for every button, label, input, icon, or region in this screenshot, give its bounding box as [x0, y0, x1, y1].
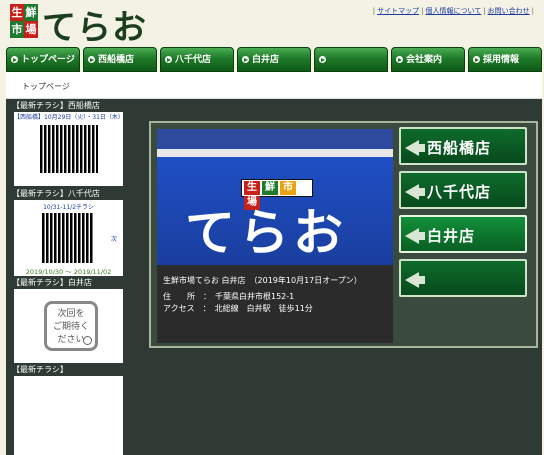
nav-item-company[interactable]: 会社案内 [391, 47, 465, 72]
nav-label: 西船橋店 [98, 55, 135, 65]
nav-item-top[interactable]: トップページ [6, 47, 80, 72]
sitemap-link[interactable]: サイトマップ [377, 7, 419, 15]
flyer-caption[interactable]: 【西船橋】10月29日（火）・31日（木） [14, 112, 124, 122]
logo-char: 市 [10, 21, 24, 38]
store-button-label: 白井店 [427, 227, 476, 245]
flyer-date: 2019/10/30 ～ 2019/11/02 [25, 268, 112, 276]
arrow-circle-icon [88, 56, 95, 63]
arrow-circle-icon [473, 56, 480, 63]
logo-char: 生 [10, 4, 24, 21]
store-photo: 生鮮市場 てらお 生鮮市場てらお 白井店 （2019年10月17日オープン） 住… [157, 129, 393, 343]
flyer-title-yachiyo: 【最新チラシ】八千代店 [12, 189, 100, 198]
flyer-thumbnail[interactable] [39, 125, 98, 173]
nav-label: 白井店 [252, 55, 280, 65]
page: 生 鮮 市 場 てらお | サイトマップ | 個人情報について | お問い合わせ | トップ… [2, 0, 542, 455]
flyer-title-nishifunabashi: 【最新チラシ】西船橋店 [12, 101, 100, 110]
logo-text: てらお [42, 8, 147, 48]
hero-panel: 生鮮市場 てらお 生鮮市場てらお 白井店 （2019年10月17日オープン） 住… [149, 121, 538, 348]
coming-soon-line: 次回を [57, 309, 85, 319]
breadcrumb-label: トップページ [22, 82, 70, 91]
arrow-circle-icon [11, 56, 18, 63]
store-caption: 生鮮市場てらお 白井店 （2019年10月17日オープン） 住 所 ： 千葉県白… [163, 275, 362, 315]
store-sign-text: てらお [185, 203, 347, 262]
coming-soon-line: ご期待く [52, 322, 89, 332]
nav-label: 八千代店 [175, 55, 212, 65]
flyer-thumbnail[interactable] [42, 213, 94, 263]
nav-label: トップページ [21, 55, 75, 65]
contact-link[interactable]: お問い合わせ [488, 7, 530, 15]
flyer-box-yachiyo[interactable]: 10/31-11/2チラシ 次 2019/10/30 ～ 2019/11/02 [14, 200, 123, 276]
logo-mark: 生 鮮 市 場 [10, 4, 38, 38]
copyright-icon [83, 336, 92, 345]
arrow-circle-icon [165, 56, 172, 63]
top-links: | サイトマップ | 個人情報について | お問い合わせ | [372, 7, 534, 15]
header: 生 鮮 市 場 てらお | サイトマップ | 個人情報について | お問い合わせ | [2, 0, 542, 48]
logo-char: 鮮 [24, 4, 38, 21]
nav-label: 採用情報 [483, 55, 520, 65]
flyer-box-nishifunabashi[interactable]: 【西船橋】10月29日（火）・31日（木） [14, 112, 124, 186]
store-button-label: 八千代店 [427, 183, 492, 201]
caption-access: アクセス ： 北総線 白井駅 徒歩11分 [163, 304, 313, 313]
site-logo[interactable]: 生 鮮 市 場 てらお [10, 4, 150, 48]
nav-item-nishifunabashi[interactable]: 西船橋店 [83, 47, 157, 72]
store-button-empty[interactable] [399, 259, 527, 297]
coming-soon-badge: 次回を ご期待く ださい [44, 301, 98, 351]
arrow-circle-icon [396, 56, 403, 63]
nav-item-empty[interactable] [314, 47, 388, 72]
caption-address: 住 所 ： 千葉県白井市根152-1 [163, 292, 295, 301]
caption-title: 生鮮市場てらお 白井店 （2019年10月17日オープン） [163, 276, 362, 285]
breadcrumb: トップページ [6, 72, 542, 99]
nav-label: 会社案内 [406, 55, 443, 65]
nav-item-yachiyo[interactable]: 八千代店 [160, 47, 234, 72]
nav-item-recruit[interactable]: 採用情報 [468, 47, 542, 72]
flyer-title-latest: 【最新チラシ】 [12, 365, 68, 374]
flyer-caption[interactable]: 10/31-11/2チラシ [14, 202, 123, 211]
arrow-circle-icon [242, 56, 249, 63]
store-button-nishifunabashi[interactable]: 西船橋店 [399, 127, 527, 165]
flyer-next-link[interactable]: 次 [111, 234, 117, 243]
flyer-box-shiroi: 次回を ご期待く ださい [14, 289, 123, 363]
arrow-circle-icon [319, 56, 326, 63]
privacy-link[interactable]: 個人情報について [425, 7, 481, 15]
flyer-box-latest [14, 376, 123, 455]
flyer-title-shiroi: 【最新チラシ】白井店 [12, 278, 92, 287]
nav-item-shiroi[interactable]: 白井店 [237, 47, 311, 72]
logo-char: 場 [24, 21, 38, 38]
store-button-shiroi[interactable]: 白井店 [399, 215, 527, 253]
store-button-yachiyo[interactable]: 八千代店 [399, 171, 527, 209]
main-content: 【最新チラシ】西船橋店 【西船橋】10月29日（火）・31日（木） 【最新チラシ… [6, 99, 542, 455]
main-nav: トップページ 西船橋店 八千代店 白井店 会社案内 採用情報 [6, 47, 542, 72]
store-button-label: 西船橋店 [427, 139, 492, 157]
